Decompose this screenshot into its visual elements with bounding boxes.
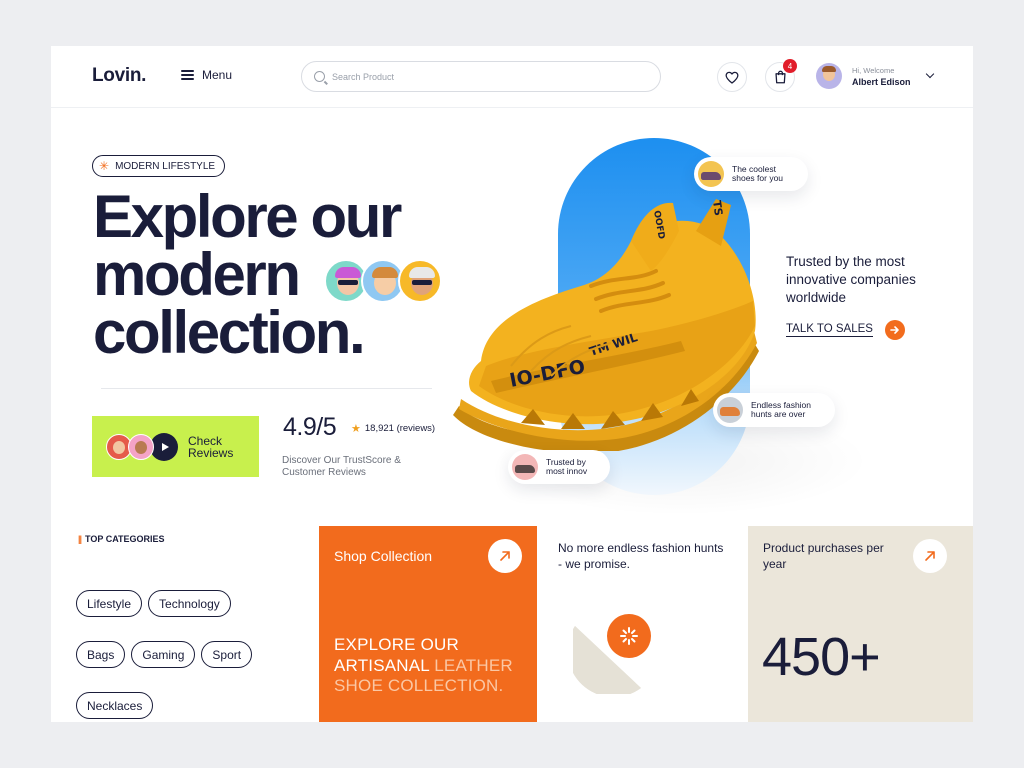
category-chips: Lifestyle Technology Bags Gaming Sport N…	[76, 590, 296, 719]
user-menu[interactable]: Hi, Welcome Albert Edison	[816, 63, 934, 89]
decorative-shapes	[573, 614, 651, 694]
arrow-right-icon	[884, 320, 905, 340]
reviewer-avatar-2	[128, 433, 154, 460]
svg-text:TS: TS	[710, 200, 725, 217]
menu-button[interactable]: Menu	[181, 68, 232, 82]
purchases-label: Product purchases per year	[763, 541, 884, 571]
header: Lovin. Menu 4 Hi, Welcome Albert Edison	[51, 46, 973, 108]
rating-score: 4.9/5	[283, 413, 337, 441]
shoe-thumbnail	[512, 454, 538, 480]
purchases-arrow-button[interactable]	[913, 539, 947, 573]
trusted-text: Trusted by the most innovative companies…	[786, 254, 916, 305]
pill-coolest-label: The coolest shoes for you	[732, 163, 784, 183]
chip-bags[interactable]: Bags	[76, 641, 126, 668]
chevron-down-icon[interactable]	[925, 69, 934, 79]
shopping-bag-icon	[774, 70, 786, 84]
shop-collection-card[interactable]: Shop Collection EXPLORE OUR ARTISANAL LE…	[319, 526, 537, 722]
shoe-thumbnail	[698, 161, 724, 187]
search-icon	[314, 71, 325, 82]
check-reviews-button[interactable]: Check Reviews	[92, 416, 259, 477]
promise-card: No more endless fashion hunts - we promi…	[537, 526, 748, 722]
pill-endless-fashion[interactable]: Endless fashion hunts are over	[713, 393, 835, 427]
arrow-up-right-icon	[925, 551, 935, 561]
arrow-up-right-icon	[500, 551, 510, 561]
rating-description: Discover Our TrustScore & Customer Revie…	[282, 455, 401, 478]
check-reviews-label: Check Reviews	[188, 433, 234, 460]
page-frame: Lovin. Menu 4 Hi, Welcome Albert Edison …	[51, 46, 973, 722]
talk-to-sales-label: TALK TO SALES	[786, 323, 873, 337]
talk-to-sales-link[interactable]: TALK TO SALES	[786, 320, 905, 340]
shop-collection-arrow-button[interactable]	[488, 539, 522, 573]
heading-mark: ||	[78, 534, 82, 544]
shop-collection-title: Shop Collection	[334, 548, 433, 564]
purchases-value: 450+	[762, 627, 881, 687]
play-icon[interactable]	[150, 432, 178, 461]
hamburger-icon	[181, 70, 194, 80]
divider	[101, 388, 432, 389]
logo[interactable]: Lovin.	[92, 65, 146, 87]
search-bar[interactable]	[301, 61, 661, 92]
user-name: Albert Edison	[852, 76, 911, 87]
shop-collection-text: EXPLORE OUR ARTISANAL LEATHER SHOE COLLE…	[334, 635, 534, 697]
customer-avatars	[324, 259, 442, 303]
modern-lifestyle-tag: ✳ MODERN LIFESTYLE	[92, 155, 226, 177]
menu-label: Menu	[202, 68, 233, 82]
pill-trusted-label: Trusted by most innov	[546, 456, 588, 476]
top-categories-heading: || TOP CATEGORIES	[78, 534, 165, 544]
cart-button[interactable]: 4	[765, 59, 797, 92]
heart-icon	[725, 71, 739, 84]
star-icon: ★	[351, 423, 361, 435]
search-input[interactable]	[332, 71, 632, 82]
user-greeting: Hi, Welcome	[852, 65, 895, 75]
chip-technology[interactable]: Technology	[148, 590, 231, 617]
wishlist-button[interactable]	[717, 62, 747, 92]
promise-text: No more endless fashion hunts - we promi…	[558, 541, 724, 571]
top-categories-label: TOP CATEGORIES	[85, 534, 165, 544]
pill-endless-label: Endless fashion hunts are over	[751, 399, 812, 419]
chip-sport[interactable]: Sport	[201, 641, 253, 668]
asterisk-icon: ✳	[99, 159, 110, 173]
tag-label: MODERN LIFESTYLE	[115, 160, 216, 172]
chip-lifestyle[interactable]: Lifestyle	[76, 590, 143, 617]
customer-avatar-3	[398, 259, 442, 303]
chip-gaming[interactable]: Gaming	[131, 641, 196, 668]
pill-coolest-shoes[interactable]: The coolest shoes for you	[694, 157, 808, 191]
purchases-card: Product purchases per year 450+	[748, 526, 973, 722]
chip-necklaces[interactable]: Necklaces	[76, 692, 154, 719]
avatar	[816, 63, 842, 89]
pill-trusted-by[interactable]: Trusted by most innov	[508, 450, 610, 484]
review-count-text: 18,921 (reviews)	[364, 423, 436, 434]
cart-count-badge: 4	[783, 59, 797, 73]
review-count: ★ 18,921 (reviews)	[351, 422, 435, 435]
shoe-thumbnail	[717, 397, 743, 423]
